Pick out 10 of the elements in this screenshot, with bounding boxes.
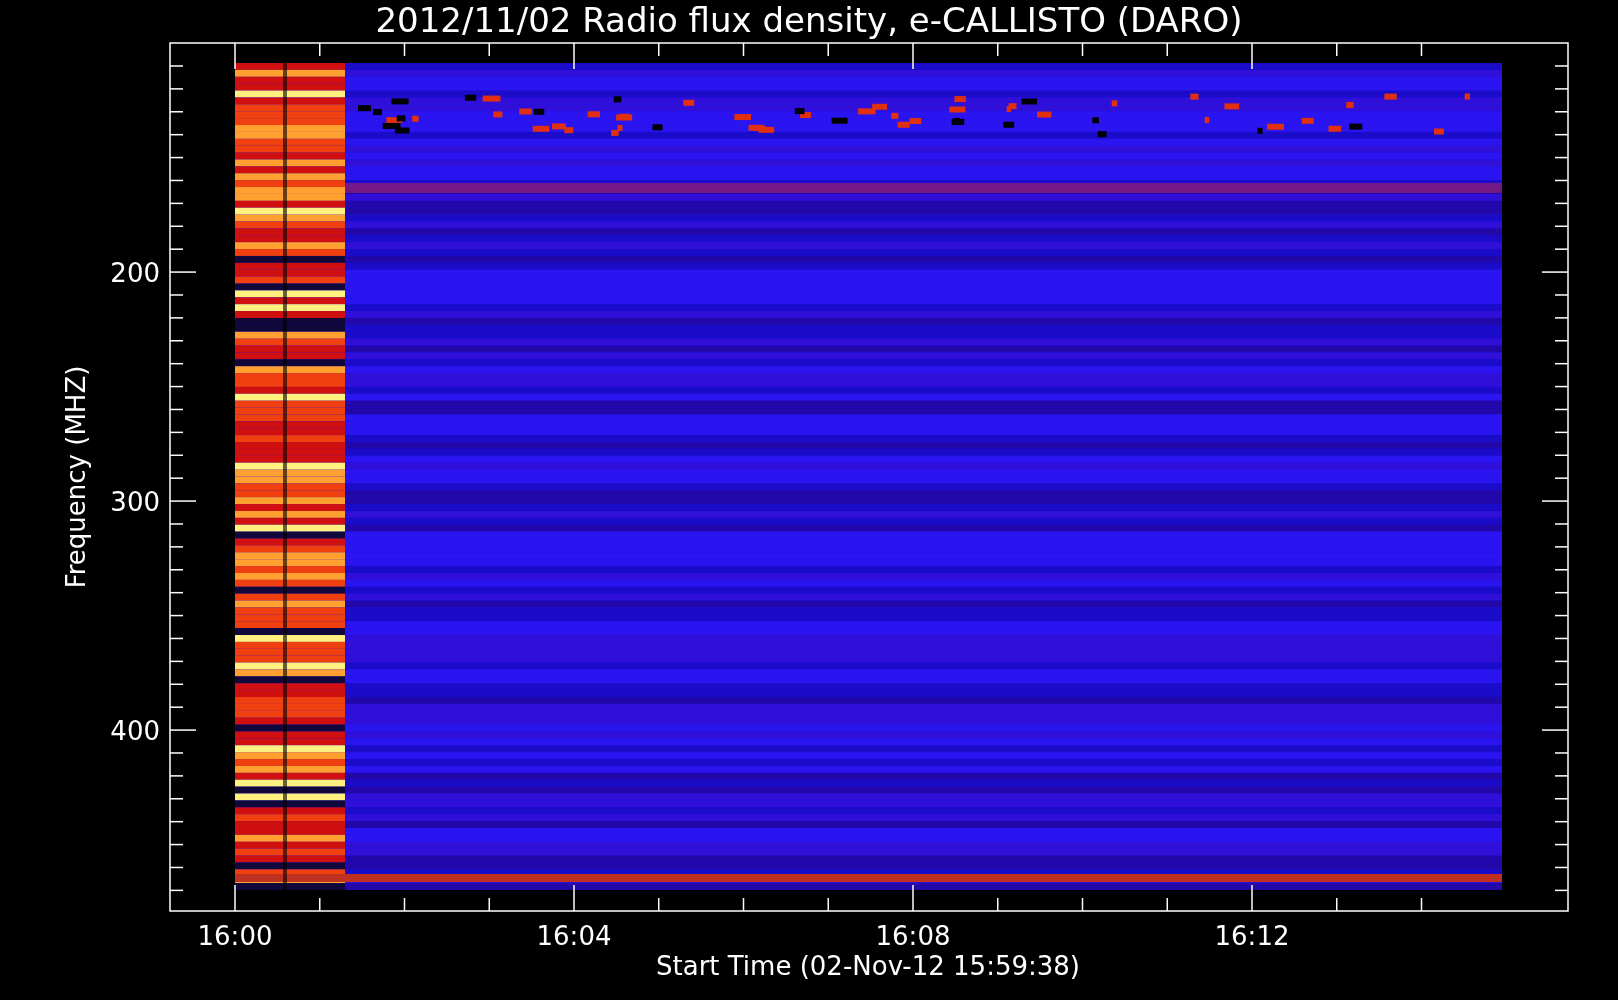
x-axis-label: Start Time (02-Nov-12 15:59:38) bbox=[656, 951, 1080, 981]
x-tick-label: 16:04 bbox=[536, 921, 612, 951]
chart-title: 2012/11/02 Radio flux density, e-CALLISTO (DARO) bbox=[375, 0, 1243, 40]
x-tick-label: 16:12 bbox=[1214, 921, 1290, 951]
x-tick-label: 16:08 bbox=[875, 921, 951, 951]
y-tick-label: 400 bbox=[110, 716, 160, 746]
y-tick-label: 200 bbox=[110, 258, 160, 288]
y-tick-label: 300 bbox=[110, 487, 160, 517]
y-axis-label: Frequency (MHZ) bbox=[61, 365, 91, 589]
x-tick-label: 16:00 bbox=[197, 921, 273, 951]
